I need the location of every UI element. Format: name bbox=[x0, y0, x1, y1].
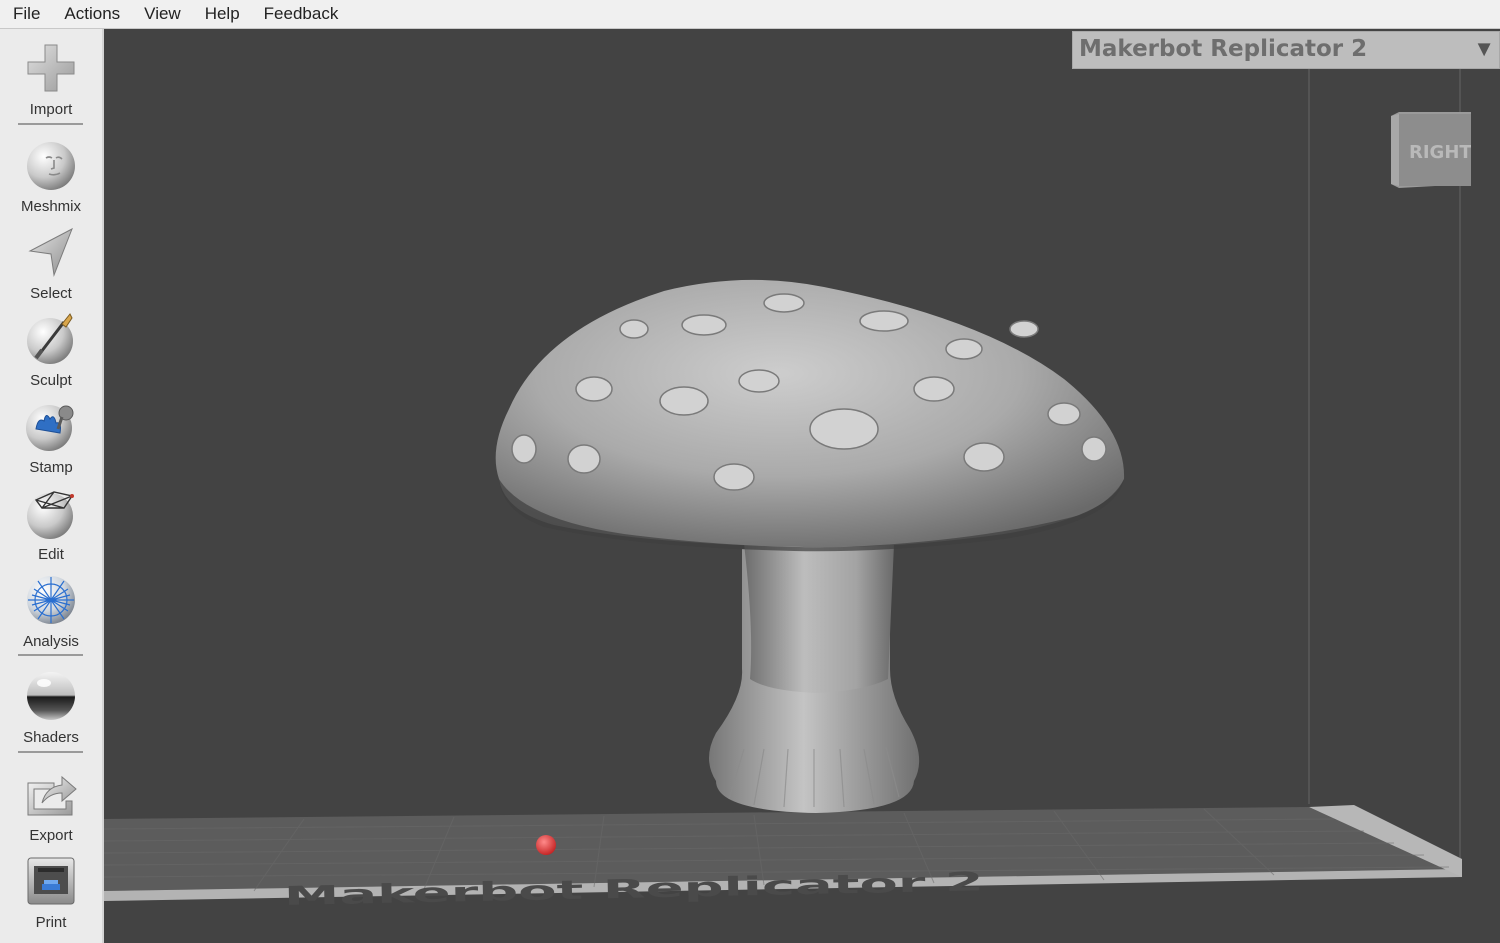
select-label: Select bbox=[30, 285, 72, 302]
menu-feedback[interactable]: Feedback bbox=[252, 0, 351, 28]
toolbar-divider bbox=[18, 123, 83, 125]
stamp-button[interactable]: Stamp bbox=[0, 399, 102, 476]
menu-help[interactable]: Help bbox=[193, 0, 252, 28]
print-button[interactable]: Print bbox=[0, 854, 102, 931]
shaders-label: Shaders bbox=[23, 729, 79, 746]
edit-label: Edit bbox=[38, 546, 64, 563]
meshmix-button[interactable]: Meshmix bbox=[0, 138, 102, 215]
scene: Makerbot Replicator 2 bbox=[104, 69, 1462, 912]
mushroom-model[interactable] bbox=[495, 279, 1125, 813]
arrow-cursor-icon bbox=[28, 227, 73, 277]
toolbar-divider bbox=[18, 751, 83, 753]
stamp-label: Stamp bbox=[29, 459, 73, 476]
menu-view[interactable]: View bbox=[132, 0, 193, 28]
view-cube[interactable]: RIGHT bbox=[1391, 112, 1472, 188]
edit-button[interactable]: Edit bbox=[0, 486, 102, 563]
meshmix-label: Meshmix bbox=[20, 198, 81, 215]
analysis-button[interactable]: Analysis bbox=[0, 573, 102, 650]
print-label: Print bbox=[35, 914, 67, 931]
export-label: Export bbox=[29, 827, 73, 844]
stamp-sphere-icon bbox=[26, 405, 74, 451]
select-button[interactable]: Select bbox=[0, 225, 102, 302]
3d-viewport[interactable]: Makerbot Replicator 2 bbox=[104, 29, 1500, 943]
import-button[interactable]: Import bbox=[0, 41, 102, 118]
origin-marker bbox=[536, 835, 556, 855]
printer-select-value: Makerbot Replicator 2 bbox=[1079, 36, 1368, 62]
export-button[interactable]: Export bbox=[0, 767, 102, 844]
face-sphere-icon bbox=[27, 142, 75, 190]
shaders-button[interactable]: Shaders bbox=[0, 669, 102, 746]
brush-sphere-icon bbox=[27, 313, 73, 364]
printer-select[interactable]: Makerbot Replicator 2 ▼ bbox=[1072, 31, 1500, 69]
menu-bar: File Actions View Help Feedback bbox=[0, 0, 1500, 29]
menu-actions[interactable]: Actions bbox=[52, 0, 132, 28]
view-cube-graphic: RIGHT bbox=[1391, 112, 1472, 188]
sculpt-button[interactable]: Sculpt bbox=[0, 312, 102, 389]
toolbar-divider bbox=[18, 654, 83, 656]
printer-icon bbox=[27, 857, 75, 905]
analysis-label: Analysis bbox=[23, 633, 79, 650]
build-plate: Makerbot Replicator 2 bbox=[104, 805, 1462, 912]
tool-sidebar: Import Meshmix Select Sculpt Stamp Edit … bbox=[0, 29, 104, 943]
export-icon bbox=[27, 775, 77, 816]
menu-file[interactable]: File bbox=[0, 0, 52, 28]
mesh-analysis-icon bbox=[27, 576, 75, 624]
chevron-down-icon: ▼ bbox=[1473, 36, 1495, 61]
build-volume bbox=[1308, 69, 1461, 869]
import-label: Import bbox=[29, 101, 73, 118]
chrome-sphere-icon bbox=[27, 672, 75, 720]
view-cube-face-label: RIGHT bbox=[1409, 142, 1471, 163]
mesh-edit-icon bbox=[27, 491, 74, 539]
sculpt-label: Sculpt bbox=[30, 372, 72, 389]
plus-icon bbox=[27, 44, 75, 92]
